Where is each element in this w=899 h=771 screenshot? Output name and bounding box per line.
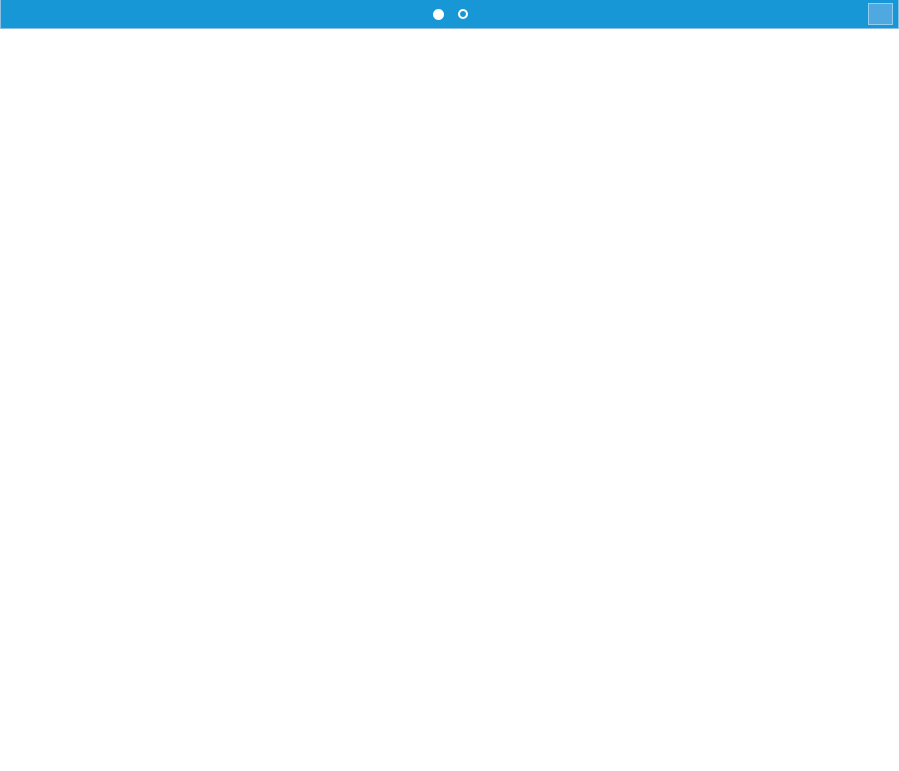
close-icon[interactable] <box>868 3 893 25</box>
dialog-titlebar <box>1 0 898 28</box>
layout-radio-group <box>431 9 472 20</box>
radio-vertical-icon[interactable] <box>433 9 444 20</box>
radio-horizontal-icon[interactable] <box>458 9 468 19</box>
recent-matches-dialog <box>0 0 899 29</box>
